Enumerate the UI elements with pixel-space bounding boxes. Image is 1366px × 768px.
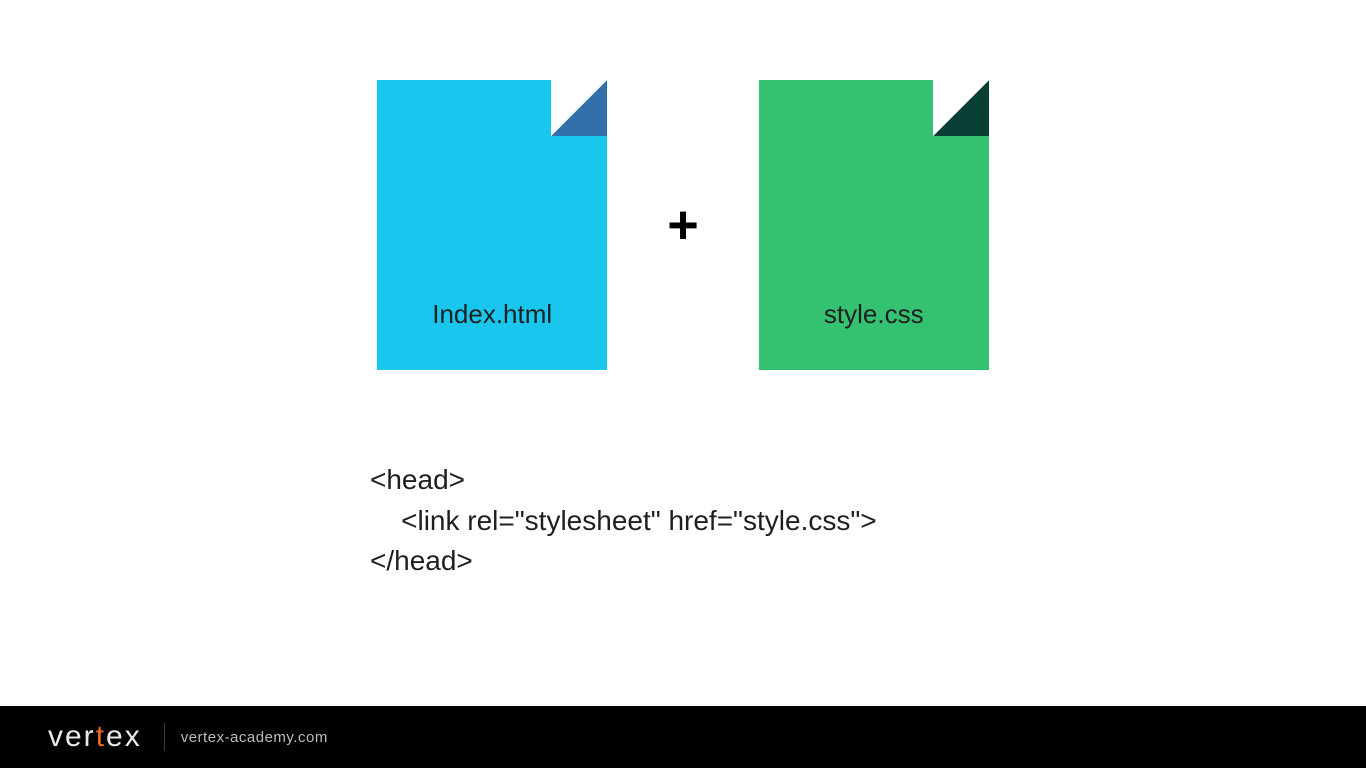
- code-snippet: <head> <link rel="stylesheet" href="styl…: [370, 460, 877, 582]
- code-line: <head>: [370, 464, 465, 495]
- folded-corner-icon: [551, 80, 607, 136]
- footer-subtitle: vertex-academy.com: [164, 723, 328, 751]
- files-row: Index.html + style.css: [0, 80, 1366, 370]
- plus-icon: +: [667, 198, 699, 252]
- logo-text-accent: t: [96, 720, 106, 754]
- file-css-label: style.css: [824, 299, 924, 330]
- vertex-logo: vertex: [48, 720, 142, 754]
- file-html-icon: Index.html: [377, 80, 607, 370]
- file-html-label: Index.html: [432, 299, 552, 330]
- folded-corner-icon: [933, 80, 989, 136]
- file-css-icon: style.css: [759, 80, 989, 370]
- code-line: </head>: [370, 545, 473, 576]
- code-line: <link rel="stylesheet" href="style.css">: [370, 505, 877, 536]
- logo-text-pre: ver: [48, 720, 96, 754]
- slide-canvas: Index.html + style.css <head> <link rel=…: [0, 0, 1366, 768]
- footer-bar: vertex vertex-academy.com: [0, 706, 1366, 768]
- logo-text-post: ex: [106, 720, 142, 754]
